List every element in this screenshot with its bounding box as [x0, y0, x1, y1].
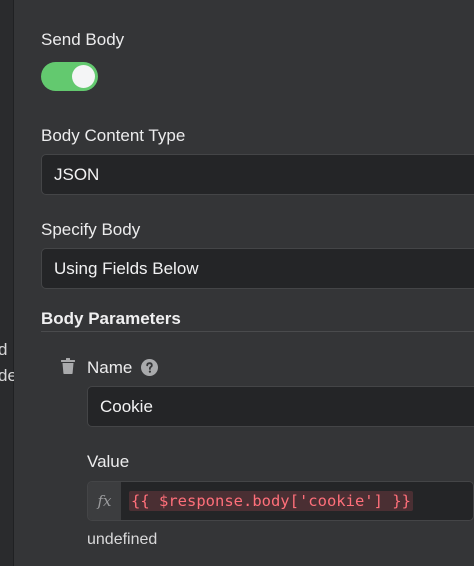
- left-sidebar-strip: d de: [0, 0, 17, 566]
- expression-result: undefined: [87, 531, 158, 548]
- expression-text: {{ $response.body['cookie'] }}: [129, 491, 413, 511]
- send-body-label: Send Body: [41, 30, 125, 49]
- question-circle-icon[interactable]: [141, 359, 158, 376]
- parameter-value-label: Value: [87, 452, 130, 471]
- specify-body-label: Specify Body: [41, 220, 141, 239]
- section-divider: [41, 331, 474, 332]
- body-content-type-label: Body Content Type: [41, 126, 186, 145]
- parameter-name-value: Cookie: [100, 396, 153, 416]
- trash-icon[interactable]: [61, 358, 75, 374]
- body-parameters-title: Body Parameters: [41, 309, 181, 328]
- specify-body-select[interactable]: Using Fields Below: [41, 248, 474, 289]
- body-content-type-value: JSON: [54, 164, 100, 184]
- send-body-toggle[interactable]: [41, 62, 98, 91]
- parameter-name-input[interactable]: Cookie: [87, 386, 474, 427]
- clipped-sidebar-text: d: [0, 340, 8, 359]
- node-parameters-panel: Send Body Body Content Type JSON Specify…: [14, 0, 474, 566]
- fx-icon: fx: [88, 482, 121, 520]
- toggle-knob: [72, 65, 95, 88]
- specify-body-value: Using Fields Below: [54, 258, 199, 278]
- parameter-name-label: Name: [87, 358, 133, 377]
- body-content-type-select[interactable]: JSON: [41, 154, 474, 195]
- expression-editor[interactable]: {{ $response.body['cookie'] }}: [121, 482, 473, 520]
- parameter-value-expression-input[interactable]: fx {{ $response.body['cookie'] }}: [87, 481, 474, 521]
